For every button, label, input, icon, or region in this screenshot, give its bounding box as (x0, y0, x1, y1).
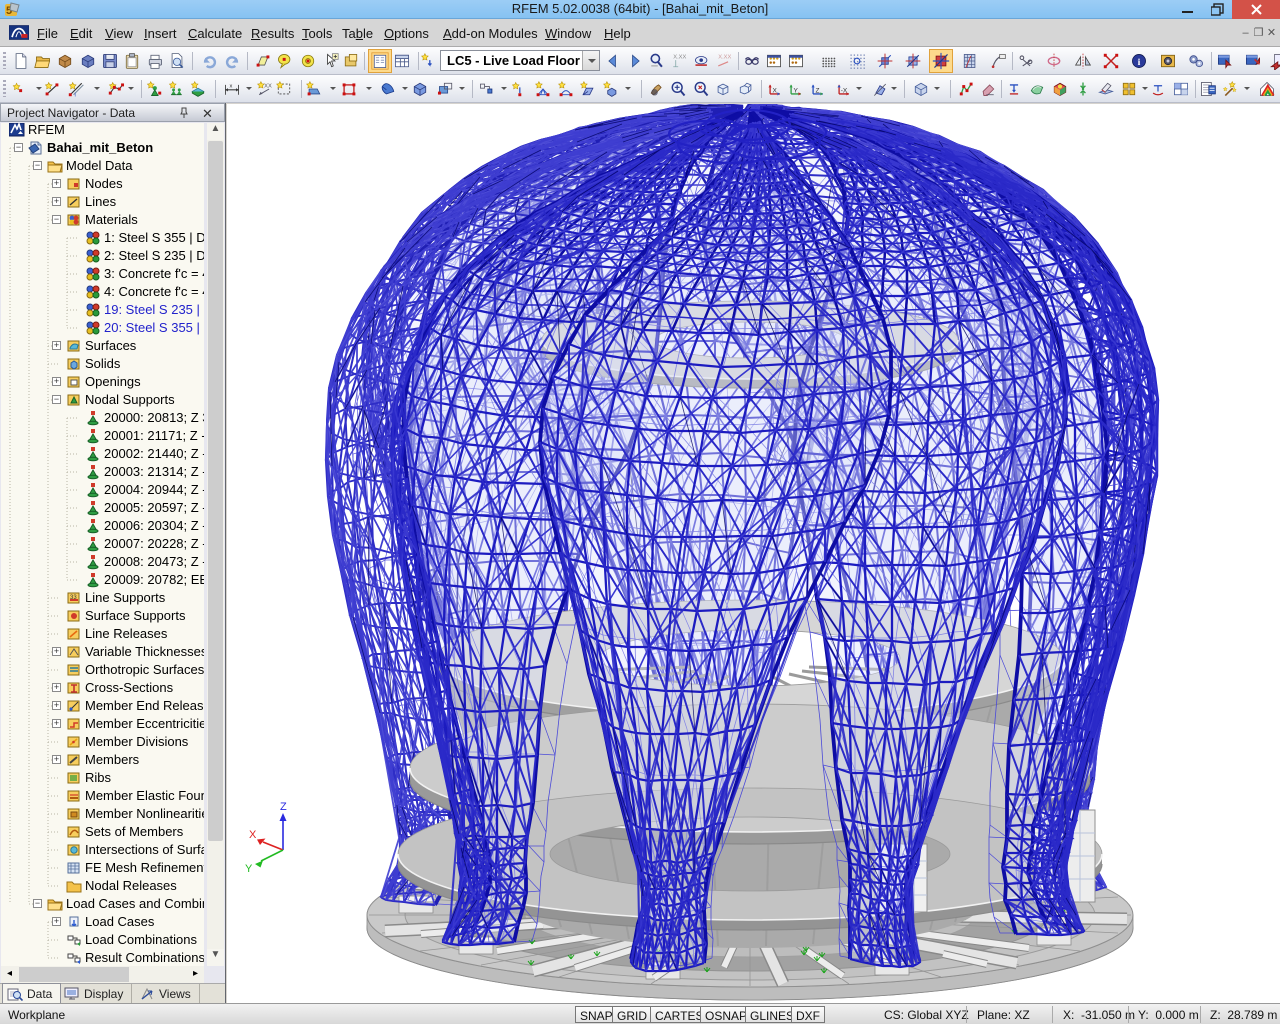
svg-text:X.XX: X.XX (718, 55, 731, 61)
svg-text:XX: XX (264, 83, 272, 89)
svg-text:−: − (54, 395, 59, 404)
svg-text:X: X (249, 829, 257, 841)
svg-text:+: + (54, 683, 59, 692)
svg-text:33: 33 (70, 595, 77, 601)
svg-text:+: + (54, 755, 59, 764)
svg-text:+: + (54, 341, 59, 350)
svg-text:Y: Y (794, 87, 799, 94)
svg-text:+: + (54, 719, 59, 728)
svg-text:+: + (54, 647, 59, 656)
svg-text:−: − (35, 899, 40, 908)
svg-text:−: − (35, 161, 40, 170)
svg-text:X.XX: X.XX (673, 55, 686, 61)
svg-text:−: − (16, 143, 21, 152)
svg-text:Z: Z (816, 87, 820, 94)
svg-text:Y: Y (245, 863, 253, 875)
svg-text:+: + (54, 701, 59, 710)
svg-text:−: − (54, 215, 59, 224)
svg-text:+: + (54, 179, 59, 188)
svg-text:X: X (773, 87, 778, 94)
svg-text:+: + (54, 197, 59, 206)
svg-text:Z: Z (280, 801, 287, 813)
svg-text:x: x (230, 83, 233, 89)
svg-text:I: I (74, 92, 76, 98)
svg-text:-X: -X (841, 87, 848, 94)
svg-text:+: + (54, 377, 59, 386)
svg-text:i: i (1138, 57, 1141, 68)
svg-text:+: + (54, 917, 59, 926)
